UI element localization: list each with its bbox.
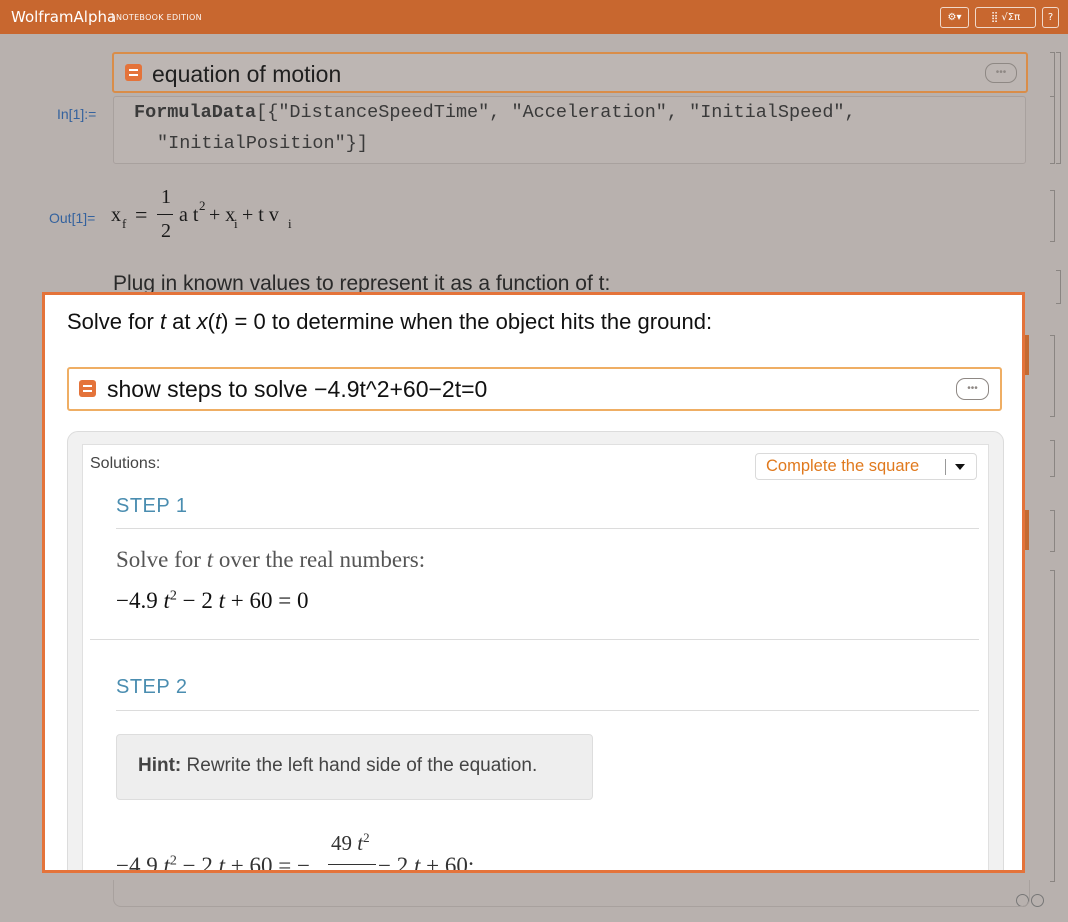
- step-1-label: STEP 1: [116, 495, 188, 517]
- solutions-label: Solutions:: [90, 455, 161, 472]
- method-dropdown[interactable]: Complete the square: [755, 453, 977, 480]
- code-line-2: "InitialPosition"}]: [157, 133, 368, 154]
- steps-input-text: show steps to solve −4.9t^2+60−2t=0: [107, 376, 488, 402]
- chevron-down-icon: [955, 464, 965, 470]
- highlight-overlay: Solve for t at x(t) = 0 to determine whe…: [42, 292, 1025, 873]
- palette-button[interactable]: ⣿ √Σπ: [975, 7, 1036, 28]
- code-input-cell[interactable]: FormulaData[{"DistanceSpeedTime", "Accel…: [113, 96, 1026, 164]
- more-options-button[interactable]: •••: [956, 378, 989, 400]
- settings-button[interactable]: ⚙▾: [940, 7, 969, 28]
- cell-bracket[interactable]: [1050, 52, 1055, 97]
- more-options-button[interactable]: •••: [985, 63, 1017, 83]
- cell-bracket[interactable]: [1050, 510, 1055, 552]
- step-by-step-pod: Solutions: Complete the square STEP 1 So…: [82, 444, 989, 873]
- app-edition: NOTEBOOK EDITION: [112, 13, 202, 22]
- hint-text: Hint: Rewrite the left hand side of the …: [138, 755, 538, 776]
- in-label: In[1]:=: [57, 106, 97, 122]
- cell-bracket[interactable]: [1050, 190, 1055, 242]
- code-line-1: FormulaData[{"DistanceSpeedTime", "Accel…: [134, 102, 856, 123]
- cell-bracket[interactable]: [1050, 96, 1055, 164]
- hint-box: Hint: Rewrite the left hand side of the …: [116, 734, 593, 800]
- code-function: FormulaData: [134, 102, 257, 123]
- out-label: Out[1]=: [49, 210, 96, 226]
- title-bar: WolframAlpha NOTEBOOK EDITION ⚙▾ ⣿ √Σπ ?: [0, 0, 1068, 34]
- result-pod-frame: Solutions: Complete the square STEP 1 So…: [67, 431, 1004, 873]
- cell-bracket[interactable]: [1050, 570, 1055, 882]
- code-args: [{"DistanceSpeedTime", "Acceleration", "…: [256, 102, 856, 123]
- app-brand: WolframAlpha: [11, 8, 117, 26]
- wolfram-icon[interactable]: [1031, 894, 1044, 907]
- cell-bracket[interactable]: [1056, 270, 1061, 304]
- cell-bracket[interactable]: [1050, 335, 1055, 417]
- step-2-equation: −4.9 t2 − 2 t + 60 = − 49 t2 − 2 t + 60:: [116, 830, 475, 873]
- free-form-input-cell[interactable]: equation of motion •••: [112, 52, 1028, 93]
- output-formula: x f = 1 2 a t 2 + x i + t v i: [111, 186, 292, 242]
- cell-bracket[interactable]: [1050, 440, 1055, 477]
- step-2-label: STEP 2: [116, 676, 188, 698]
- step-1-description: Solve for t over the real numbers:: [116, 547, 426, 572]
- steps-input-cell[interactable]: show steps to solve −4.9t^2+60−2t=0 •••: [67, 367, 1002, 411]
- step-1-equation: −4.9 t2 − 2 t + 60 = 0: [116, 588, 309, 613]
- solve-instruction-text: Solve for t at x(t) = 0 to determine whe…: [67, 309, 713, 334]
- free-form-input-icon: [79, 380, 96, 397]
- group-bracket[interactable]: [1056, 52, 1061, 164]
- free-form-input-icon: [125, 64, 142, 81]
- free-form-input-text: equation of motion: [152, 61, 342, 87]
- help-button[interactable]: ?: [1042, 7, 1059, 28]
